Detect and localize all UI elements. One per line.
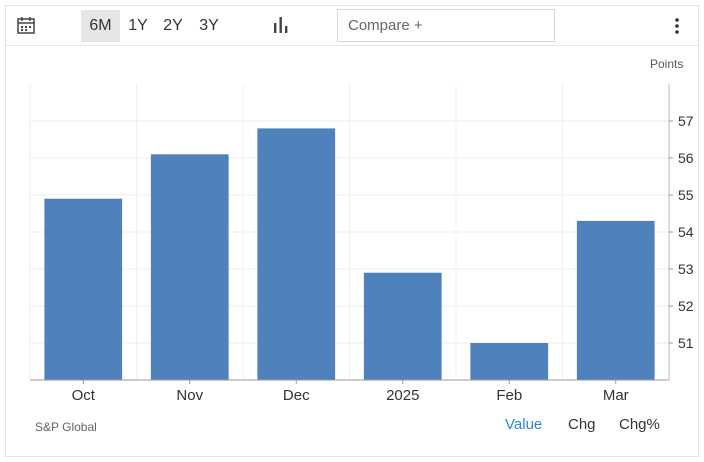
bar [363,272,442,380]
x-tick-label: Dec [283,387,310,404]
bar [576,220,655,380]
chart-widget: 6M 1Y 2Y 3Y Compare + Points Oct Nov Dec 20… [5,5,699,457]
y-tick-label: 52 [678,298,694,314]
bar [257,128,336,380]
bar-chart: Oct Nov Dec 2025 Feb Mar 51 52 53 54 55 56 57 [29,84,694,404]
y-tick-label: 54 [678,224,694,240]
bar [470,343,549,380]
bar [150,154,229,380]
x-tick-label: Mar [603,387,629,404]
x-tick-label: Feb [496,387,522,404]
y-tick-label: 51 [678,335,694,351]
mode-chg-button[interactable]: Chg [568,416,596,433]
y-tick-label: 57 [678,113,694,129]
x-tick-label: 2025 [386,387,419,404]
y-tick-label: 53 [678,261,694,277]
source-label: S&P Global [35,420,97,434]
mode-chg-pct-button[interactable]: Chg% [619,416,660,433]
y-tick-label: 55 [678,187,694,203]
x-tick-label: Nov [176,387,203,404]
x-tick-label: Oct [72,387,96,404]
bar [44,198,123,380]
mode-value-button[interactable]: Value [505,416,542,433]
y-tick-label: 56 [678,150,694,166]
